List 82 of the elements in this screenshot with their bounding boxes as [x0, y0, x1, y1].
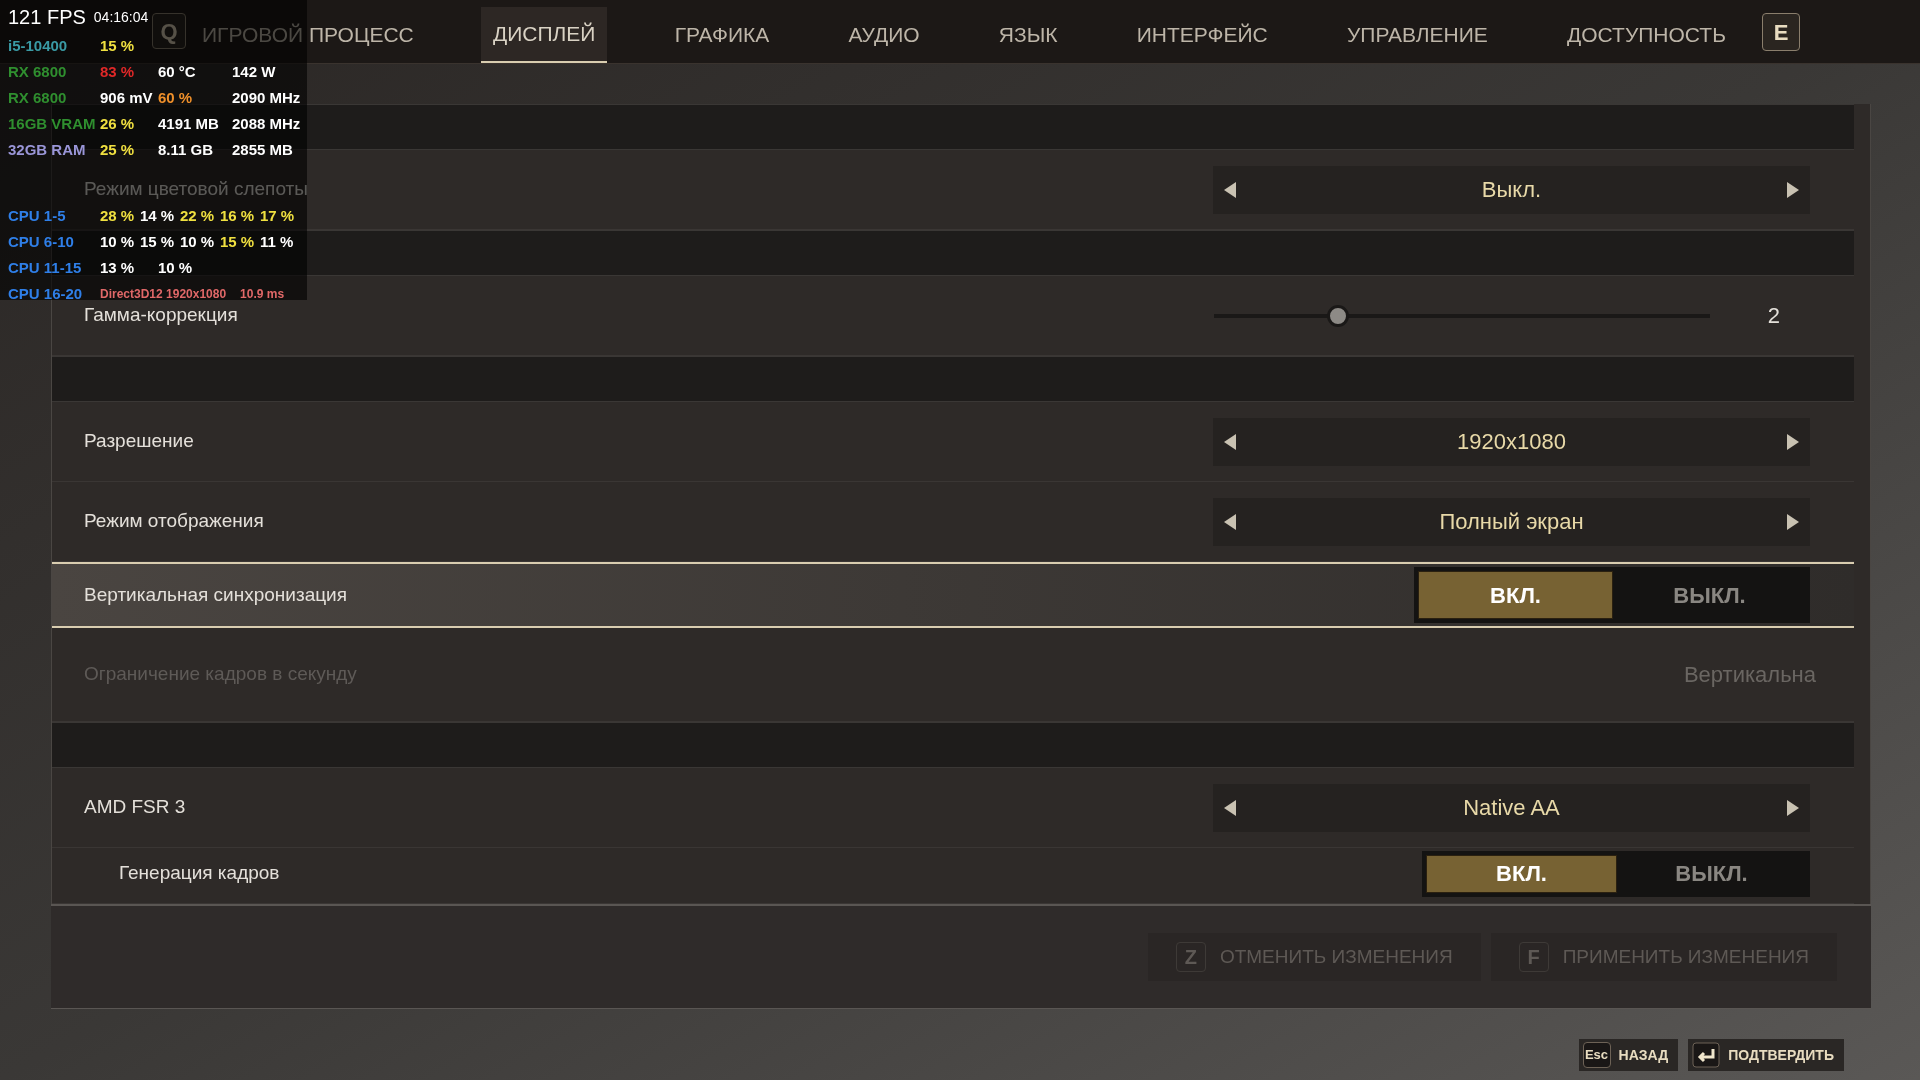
right-arrow-icon[interactable]: [1786, 432, 1800, 451]
stat-text: 10 %: [180, 233, 216, 251]
left-arrow-icon[interactable]: [1223, 798, 1237, 817]
clock: 04:16:04: [93, 8, 149, 26]
stat-text: 4191 MB: [158, 115, 220, 133]
selector-value: Полный экран: [1439, 508, 1584, 536]
setting-label: AMD FSR 3: [84, 795, 186, 820]
stat-text: 142 W: [232, 63, 277, 81]
stat-text: 22 %: [180, 207, 216, 225]
stat-text: 28 %: [100, 207, 136, 225]
left-arrow-icon[interactable]: [1223, 512, 1237, 531]
stat-text: 60 %: [158, 89, 194, 107]
selector-value: 1920x1080: [1457, 428, 1566, 456]
tab[interactable]: ИНТЕРФЕЙС: [1124, 7, 1280, 63]
stat-text: 11 %: [260, 233, 295, 251]
setting-value: Вертикальна: [1683, 661, 1816, 689]
key-badge: E: [1762, 13, 1800, 51]
stat-text: 13 %: [100, 259, 136, 277]
stat-text: 17 %: [260, 207, 296, 225]
fps-counter: 121 FPS: [8, 5, 86, 29]
option-selector[interactable]: 1920x1080: [1213, 417, 1810, 466]
selector-value: Native AA: [1463, 794, 1560, 822]
stat-text: 26 %: [100, 115, 136, 133]
tab[interactable]: ДИСПЛЕЙ: [480, 7, 608, 63]
tab[interactable]: ЯЗЫК: [986, 7, 1070, 63]
stat-text: 15 %: [220, 233, 256, 251]
stat-text: CPU 6-10: [8, 233, 75, 251]
right-arrow-icon[interactable]: [1786, 798, 1800, 817]
setting-label: Режим отображения: [84, 509, 264, 534]
stat-text: 2088 MHz: [232, 115, 302, 133]
slider-thumb[interactable]: [1326, 304, 1349, 327]
stat-text: 16GB VRAM: [8, 115, 96, 133]
stat-text: CPU 16-20: [8, 285, 84, 303]
left-arrow-icon[interactable]: [1223, 432, 1237, 451]
stat-text: i5-10400: [8, 37, 69, 55]
stat-text: 2855 MB: [232, 141, 294, 159]
stat-text: RX 6800: [8, 89, 68, 107]
option-selector[interactable]: Выкл.: [1213, 165, 1810, 214]
option-selector[interactable]: Native AA: [1213, 783, 1810, 832]
stat-text: 83 %: [100, 63, 136, 81]
footer-hint-button[interactable]: ПОДТВЕРДИТЬ: [1688, 1039, 1844, 1071]
right-arrow-icon[interactable]: [1786, 512, 1800, 531]
stat-text: 10.9 ms: [240, 286, 285, 303]
stat-text: 60 °C: [158, 63, 197, 81]
stat-text: 10 %: [100, 233, 136, 251]
stat-text: Direct3D12 1920x1080: [100, 286, 227, 303]
tab[interactable]: ГРАФИКА: [662, 7, 782, 63]
tab[interactable]: ДОСТУПНОСТЬ: [1555, 7, 1738, 63]
stat-text: RX 6800: [8, 63, 68, 81]
enter-key-icon: [1692, 1042, 1721, 1068]
selector-value: Выкл.: [1481, 176, 1542, 204]
footer-hint-button[interactable]: Esc НАЗАД: [1578, 1039, 1679, 1071]
stat-text: 10 %: [158, 259, 194, 277]
toggle-option[interactable]: ВЫКЛ.: [1613, 571, 1806, 619]
tab[interactable]: ИГРОВОЙ ПРОЦЕСС: [190, 7, 426, 63]
tab[interactable]: УПРАВЛЕНИЕ: [1335, 7, 1500, 63]
stat-text: 906 mV: [100, 89, 154, 107]
left-arrow-icon[interactable]: [1223, 180, 1237, 199]
key-badge: Q: [152, 13, 186, 49]
stat-text: 25 %: [100, 141, 136, 159]
stat-text: 15 %: [100, 37, 136, 55]
setting-label: Гамма-коррекция: [84, 303, 238, 328]
right-arrow-icon[interactable]: [1786, 180, 1800, 199]
toggle-option[interactable]: ВКЛ.: [1418, 571, 1613, 619]
setting-label: Генерация кадров: [119, 861, 280, 886]
setting-label: Вертикальная синхронизация: [84, 582, 348, 607]
stat-text: CPU 11-15: [8, 259, 83, 277]
stat-text: 8.11 GB: [158, 141, 215, 159]
stat-text: 32GB RAM: [8, 141, 87, 159]
stat-text: 14 %: [140, 207, 176, 225]
focused-setting-row[interactable]: Вертикальная синхронизация ВКЛ. ВЫКЛ.: [52, 562, 1854, 628]
toggle-option[interactable]: ВКЛ.: [1426, 854, 1617, 893]
stat-text: CPU 1-5: [8, 207, 67, 225]
stat-text: 2090 MHz: [232, 89, 302, 107]
stat-text: 16 %: [220, 207, 256, 225]
tab[interactable]: АУДИО: [836, 7, 932, 63]
stat-text: 15 %: [140, 233, 176, 251]
setting-label: Режим цветовой слепоты: [84, 177, 308, 202]
toggle-option[interactable]: ВЫКЛ.: [1617, 854, 1806, 893]
setting-label: Разрешение: [84, 429, 194, 454]
option-selector[interactable]: Полный экран: [1213, 497, 1810, 546]
slider-value: 2: [1767, 302, 1780, 330]
